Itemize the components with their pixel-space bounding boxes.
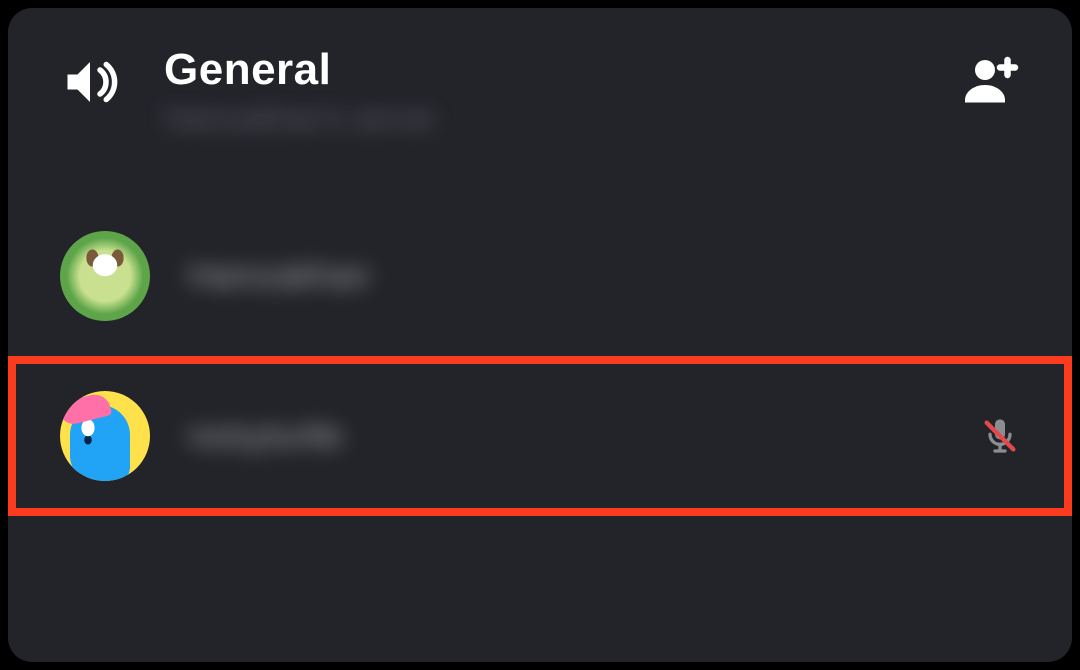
- channel-subtitle: Hamzakhan's server: [164, 102, 960, 136]
- add-user-button[interactable]: [960, 50, 1020, 110]
- user-name-label: noisyturtle: [188, 417, 980, 456]
- voice-user-row[interactable]: Hamzakhan: [8, 196, 1072, 356]
- avatar[interactable]: [60, 391, 150, 481]
- voice-user-list: Hamzakhan noisyturtle: [8, 146, 1072, 516]
- voice-user-row[interactable]: noisyturtle: [8, 356, 1072, 516]
- user-name-label: Hamzakhan: [188, 257, 1020, 296]
- voice-channel-panel: General Hamzakhan's server Hamzakhan noi…: [8, 8, 1072, 662]
- speaker-icon: [60, 52, 120, 112]
- channel-header: General Hamzakhan's server: [8, 8, 1072, 146]
- channel-title-block: General Hamzakhan's server: [164, 46, 960, 136]
- mic-muted-icon: [980, 416, 1020, 456]
- avatar[interactable]: [60, 231, 150, 321]
- channel-title: General: [164, 46, 960, 94]
